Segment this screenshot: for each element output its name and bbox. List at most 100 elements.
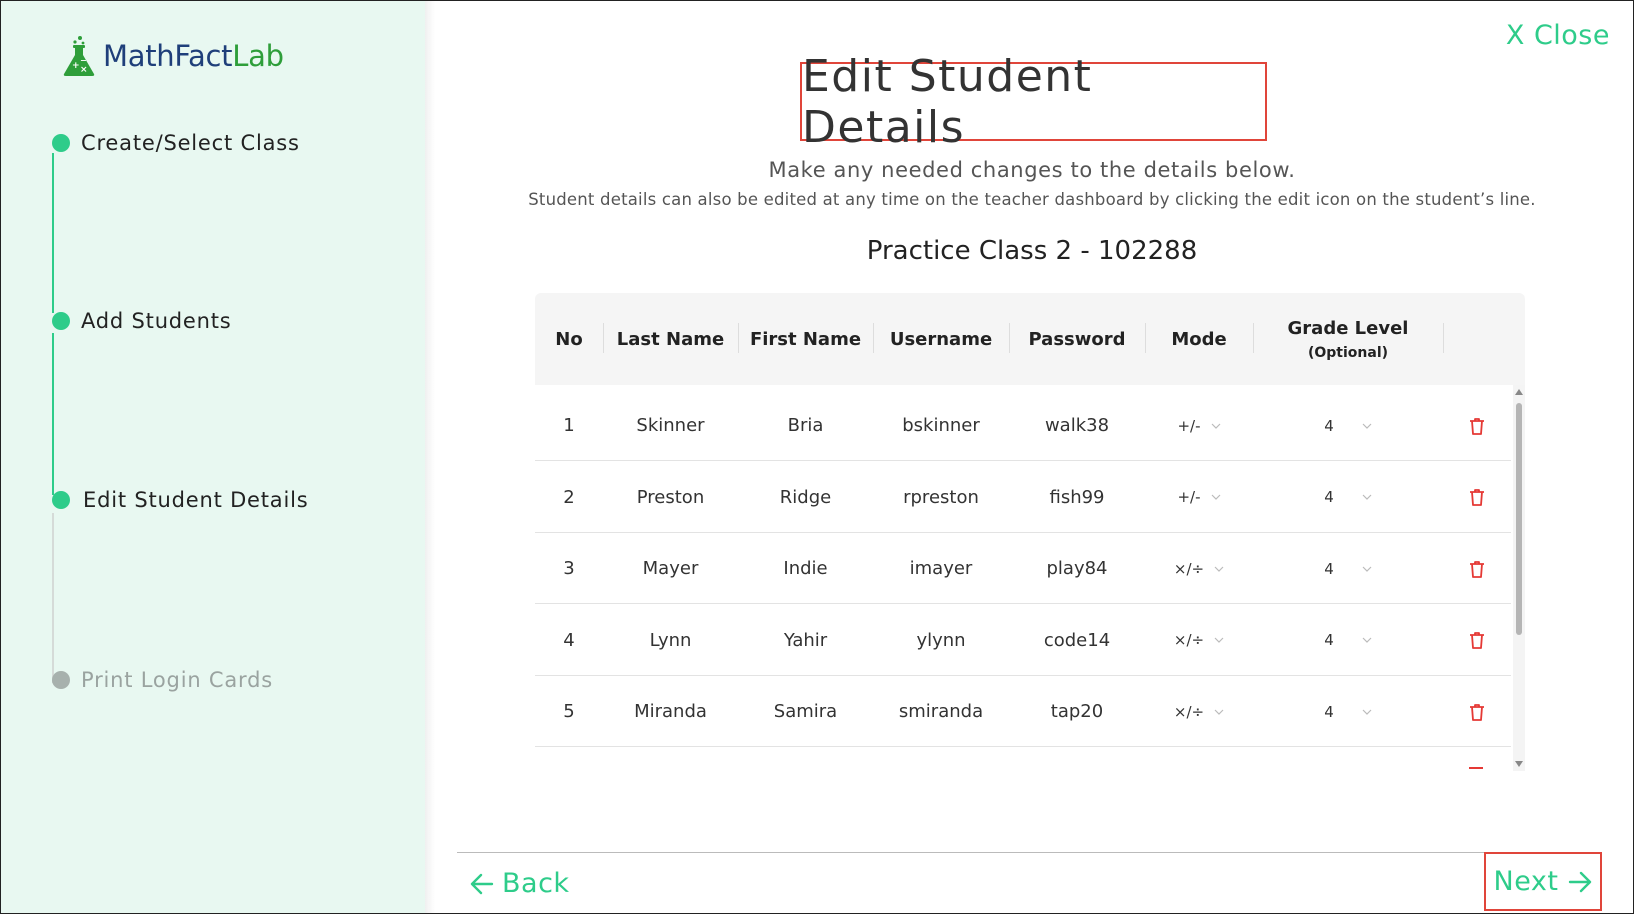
mode-select[interactable]: ×/÷ <box>1174 560 1224 578</box>
scroll-down-arrow-icon[interactable] <box>1515 761 1523 767</box>
cell-delete <box>1443 462 1511 533</box>
cell-grade-level: 4 <box>1253 533 1443 604</box>
mode-select[interactable]: ×/÷ <box>1174 703 1224 721</box>
svg-text:×: × <box>80 65 88 75</box>
sidebar-shadow <box>425 1 435 913</box>
cell-last-name[interactable]: Miranda <box>603 676 738 747</box>
cell-last-name[interactable]: Skinner <box>603 390 738 461</box>
grade-level-select[interactable]: 4 <box>1324 703 1372 721</box>
table-row: 5 Miranda Samira smiranda tap20 ×/÷ 4 <box>535 676 1511 747</box>
cell-username[interactable]: smiranda <box>873 676 1009 747</box>
chevron-down-icon <box>1211 423 1220 429</box>
cell-password[interactable]: fish99 <box>1009 462 1145 533</box>
page-subtitle: Make any needed changes to the details b… <box>768 158 1296 182</box>
cell-first-name[interactable]: Ridge <box>738 462 873 533</box>
grade-level-select[interactable]: 4 <box>1324 417 1372 435</box>
cell-first-name[interactable]: Bria <box>738 390 873 461</box>
class-name: Practice Class 2 - 102288 <box>866 236 1198 266</box>
cell-first-name[interactable]: Indie <box>738 533 873 604</box>
cell-password[interactable]: tap20 <box>1009 676 1145 747</box>
cell-no: 5 <box>563 701 575 722</box>
arrow-right-icon <box>1569 871 1592 892</box>
table-row: 2 Preston Ridge rpreston fish99 +/- 4 <box>535 462 1511 533</box>
chevron-down-icon <box>1214 637 1224 643</box>
next-label: Next <box>1493 866 1559 897</box>
trash-icon[interactable] <box>1469 488 1485 506</box>
step-print-login-cards: Print Login Cards <box>52 668 273 692</box>
cell-mode: ×/÷ <box>1145 533 1253 604</box>
table-row: 4 Lynn Yahir ylynn code14 ×/÷ 4 <box>535 605 1511 676</box>
step-label: Create/Select Class <box>81 131 300 155</box>
chevron-down-icon <box>1362 709 1372 715</box>
back-label: Back <box>502 868 570 899</box>
cell-no: 4 <box>563 629 575 651</box>
cell-last-name[interactable]: Lynn <box>603 605 738 676</box>
chevron-down-icon <box>1214 566 1224 572</box>
cell-last-name[interactable]: Preston <box>603 462 738 533</box>
cell-password[interactable]: play84 <box>1009 533 1145 604</box>
step-current-dot <box>52 491 70 509</box>
next-button[interactable]: Next <box>1484 852 1602 911</box>
chevron-down-icon <box>1214 709 1224 715</box>
cell-password[interactable]: code14 <box>1009 605 1145 676</box>
brand-name: MathFactLab <box>103 39 284 73</box>
cell-no: 3 <box>563 558 575 579</box>
trash-icon[interactable] <box>1469 560 1485 578</box>
column-header-password: Password <box>1028 328 1126 350</box>
cell-delete <box>1443 533 1511 604</box>
cell-mode: +/- <box>1145 462 1253 533</box>
next-row-peek <box>1469 767 1483 771</box>
cell-username[interactable]: imayer <box>873 533 1009 604</box>
cell-grade-level: 4 <box>1253 676 1443 747</box>
chevron-down-icon <box>1362 423 1372 429</box>
cell-username[interactable]: ylynn <box>873 605 1009 676</box>
chevron-down-icon <box>1362 494 1372 500</box>
cell-username[interactable]: rpreston <box>873 462 1009 533</box>
cell-delete <box>1443 676 1511 747</box>
close-button[interactable]: X Close <box>1506 20 1610 51</box>
step-connector <box>52 333 54 495</box>
footer-divider <box>457 852 1597 853</box>
chevron-down-icon <box>1211 494 1220 500</box>
trash-icon[interactable] <box>1469 417 1485 435</box>
cell-no: 2 <box>563 486 575 508</box>
cell-first-name[interactable]: Yahir <box>738 605 873 676</box>
column-header-first-name: First Name <box>749 328 862 350</box>
page-subtitle-note: Student details can also be edited at an… <box>528 190 1536 209</box>
students-table: No Last Name First Name Username Passwor… <box>535 293 1525 771</box>
mode-select[interactable]: +/- <box>1177 488 1220 506</box>
page-title: Edit Student Details <box>802 50 1093 153</box>
step-connector <box>52 513 54 683</box>
table-scrollbar[interactable] <box>1513 385 1525 771</box>
flask-logo-icon: + × − <box>63 36 95 76</box>
cell-password[interactable]: walk38 <box>1009 390 1145 461</box>
column-header-grade-level: Grade Level (Optional) <box>1287 317 1409 361</box>
cell-mode: ×/÷ <box>1145 605 1253 676</box>
cell-mode: ×/÷ <box>1145 676 1253 747</box>
column-header-no: No <box>555 328 583 350</box>
step-label: Edit Student Details <box>83 488 309 512</box>
table-row: 3 Mayer Indie imayer play84 ×/÷ 4 <box>535 533 1511 604</box>
cell-first-name[interactable]: Samira <box>738 676 873 747</box>
step-create-select-class: Create/Select Class <box>52 131 300 155</box>
back-button[interactable]: Back <box>470 868 570 899</box>
trash-icon[interactable] <box>1469 631 1485 649</box>
trash-icon[interactable] <box>1469 703 1485 721</box>
grade-level-select[interactable]: 4 <box>1324 488 1372 506</box>
cell-username[interactable]: bskinner <box>873 390 1009 461</box>
mode-select[interactable]: +/- <box>1177 417 1220 435</box>
cell-delete <box>1443 390 1511 461</box>
grade-level-select[interactable]: 4 <box>1324 560 1372 578</box>
column-header-username: Username <box>889 328 993 350</box>
mode-select[interactable]: ×/÷ <box>1174 631 1224 649</box>
scroll-up-arrow-icon[interactable] <box>1515 389 1523 395</box>
column-header-last-name: Last Name <box>616 328 725 350</box>
scrollbar-thumb[interactable] <box>1516 403 1522 635</box>
grade-level-select[interactable]: 4 <box>1324 631 1372 649</box>
cell-last-name[interactable]: Mayer <box>603 533 738 604</box>
chevron-down-icon <box>1362 637 1372 643</box>
table-body: 1 Skinner Bria bskinner walk38 +/- 4 2 Preston… <box>535 385 1511 771</box>
step-edit-student-details: Edit Student Details <box>52 488 309 512</box>
column-header-mode: Mode <box>1171 328 1227 350</box>
step-complete-dot <box>52 134 70 152</box>
